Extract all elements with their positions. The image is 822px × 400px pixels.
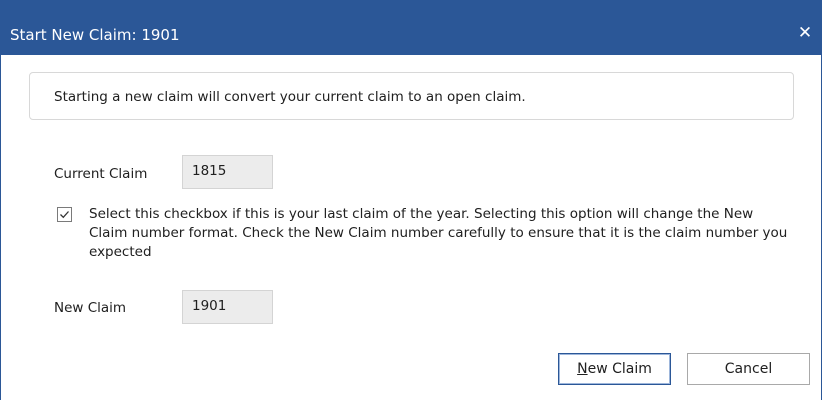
- current-claim-label: Current Claim: [54, 166, 148, 182]
- start-new-claim-dialog: Start New Claim: 1901 ✕ Starting a new c…: [0, 0, 822, 400]
- last-claim-checkbox[interactable]: [57, 207, 72, 222]
- new-claim-value: 1901: [192, 298, 227, 314]
- last-claim-checkbox-label[interactable]: Select this checkbox if this is your las…: [89, 205, 789, 262]
- current-claim-value: 1815: [192, 163, 227, 179]
- new-claim-button-label: ew Claim: [587, 361, 652, 377]
- close-icon[interactable]: ✕: [794, 22, 816, 44]
- new-claim-label: New Claim: [54, 300, 127, 316]
- current-claim-field: 1815: [182, 155, 273, 189]
- info-message: Starting a new claim will convert your c…: [54, 89, 526, 105]
- new-claim-field: 1901: [182, 290, 273, 324]
- info-panel: Starting a new claim will convert your c…: [29, 72, 794, 120]
- checkmark-icon: [60, 211, 69, 219]
- cancel-button[interactable]: Cancel: [687, 353, 810, 385]
- dialog-title: Start New Claim: 1901: [10, 26, 180, 44]
- title-bar[interactable]: Start New Claim: 1901 ✕: [0, 0, 822, 55]
- new-claim-button[interactable]: New Claim: [558, 353, 671, 385]
- new-claim-button-mnemonic: N: [577, 361, 588, 377]
